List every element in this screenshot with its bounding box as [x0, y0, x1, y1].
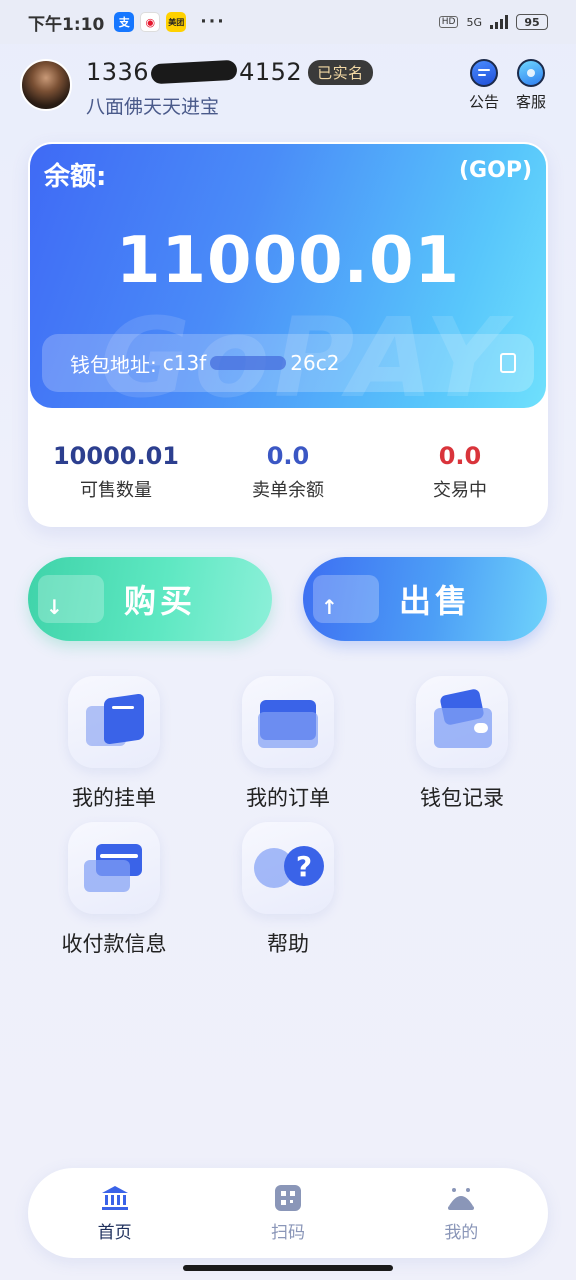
stat-value: 0.0 — [266, 442, 310, 470]
nav-scan[interactable]: 扫码 — [201, 1184, 374, 1243]
balance-panel: GoPAY 余额: (GOP) 11000.01 钱包地址: c13f 26c2 — [30, 144, 546, 408]
signal-icon — [490, 15, 508, 29]
help-icon: ? — [242, 822, 334, 914]
sell-button[interactable]: ↑ 出售 — [303, 557, 547, 641]
battery-level: 95 — [524, 15, 540, 29]
phone-redaction — [150, 59, 238, 85]
wallet-address-prefix: c13f — [162, 351, 207, 375]
menu-my-listings[interactable]: 我的挂单 — [34, 676, 194, 812]
menu-label: 钱包记录 — [420, 786, 504, 810]
avatar[interactable] — [20, 59, 72, 111]
wallet-address-label: 钱包地址: — [70, 352, 157, 377]
nickname: 八面佛天天进宝 — [86, 96, 220, 118]
menu-payment-info[interactable]: 收付款信息 — [34, 822, 194, 958]
card-icon — [68, 822, 160, 914]
stat-value: 0.0 — [438, 442, 482, 470]
download-arrow-icon: ↓ — [38, 575, 104, 623]
more-notifications-icon: ··· — [200, 12, 226, 32]
nav-mine[interactable]: 我的 — [375, 1184, 548, 1243]
listings-icon — [68, 676, 160, 768]
wallet-address-suffix: 26c2 — [290, 351, 340, 375]
notice-button[interactable]: 公告 — [459, 59, 509, 112]
menu-label: 我的挂单 — [72, 786, 156, 810]
menu-label: 收付款信息 — [61, 932, 167, 956]
menu-wallet-records[interactable]: 钱包记录 — [382, 676, 542, 812]
buy-label: 购买 — [123, 582, 196, 620]
scan-qr-icon — [273, 1184, 303, 1212]
sell-label: 出售 — [398, 582, 471, 620]
verified-badge: 已实名 — [308, 59, 373, 85]
menu-label: 帮助 — [267, 932, 309, 956]
buy-button[interactable]: ↓ 购买 — [28, 557, 272, 641]
hd-indicator: HD — [438, 16, 459, 28]
wallet-redaction — [210, 356, 287, 370]
weibo-icon: ◉ — [140, 12, 161, 32]
home-bank-icon — [100, 1184, 130, 1212]
bottom-nav: 首页 扫码 我的 — [28, 1168, 548, 1258]
stat-available: 10000.01 可售数量 — [30, 442, 202, 502]
stat-label: 卖单余额 — [252, 480, 324, 501]
menu-label: 我的订单 — [246, 786, 330, 810]
nav-label: 我的 — [444, 1222, 479, 1243]
alipay-icon: 支 — [114, 12, 135, 32]
status-time: 下午1:10 — [28, 14, 105, 35]
balance-amount: 11000.01 — [115, 224, 461, 298]
balance-label: 余额: — [44, 162, 107, 192]
customer-service-icon — [517, 59, 545, 87]
customer-service-button[interactable]: 客服 — [506, 59, 556, 112]
nav-label: 扫码 — [270, 1222, 305, 1243]
upload-arrow-icon: ↑ — [313, 575, 379, 623]
status-bar: 下午1:10 支 ◉ 美团 ··· HD 5G 95 — [0, 0, 576, 44]
menu-help[interactable]: ? 帮助 — [208, 822, 368, 958]
menu-my-orders[interactable]: 我的订单 — [208, 676, 368, 812]
wallet-address-row: 钱包地址: c13f 26c2 — [42, 334, 534, 392]
phone-prefix: 1336 — [86, 58, 150, 86]
orders-folder-icon — [242, 676, 334, 768]
meituan-icon: 美团 — [166, 12, 187, 32]
service-label: 客服 — [515, 93, 546, 111]
stats-row: 10000.01 可售数量 0.0 卖单余额 0.0 交易中 — [30, 442, 546, 502]
phone-number: 1336 4152 已实名 — [86, 58, 373, 86]
network-type: 5G — [466, 15, 482, 29]
nav-home[interactable]: 首页 — [28, 1184, 201, 1243]
profile-icon — [446, 1184, 476, 1212]
balance-currency: (GOP) — [459, 158, 532, 183]
battery-icon: 95 — [516, 14, 548, 30]
wallet-icon — [416, 676, 508, 768]
stat-sell-balance: 0.0 卖单余额 — [202, 442, 374, 502]
stat-label: 可售数量 — [80, 480, 152, 501]
notice-label: 公告 — [468, 93, 499, 111]
stat-value: 10000.01 — [52, 442, 179, 470]
stat-label: 交易中 — [433, 480, 487, 501]
stat-trading: 0.0 交易中 — [374, 442, 546, 502]
balance-card: GoPAY 余额: (GOP) 11000.01 钱包地址: c13f 26c2… — [28, 142, 548, 527]
nav-label: 首页 — [97, 1222, 132, 1243]
notice-icon — [470, 59, 498, 87]
copy-icon[interactable] — [500, 353, 516, 373]
phone-suffix: 4152 — [239, 58, 303, 86]
home-indicator[interactable] — [183, 1265, 393, 1271]
